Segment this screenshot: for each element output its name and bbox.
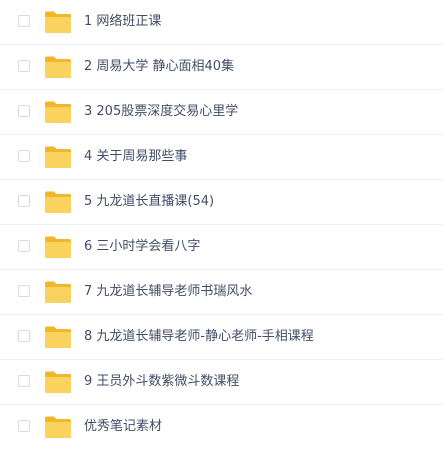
folder-name[interactable]: 3 205股票深度交易心里学 [84, 102, 238, 122]
row-checkbox[interactable] [18, 420, 30, 432]
folder-icon [45, 371, 71, 393]
folder-icon [45, 101, 71, 123]
folder-icon [45, 146, 71, 168]
file-row[interactable]: 优秀笔记素材 [0, 405, 443, 449]
file-row[interactable]: 3 205股票深度交易心里学 [0, 90, 443, 135]
row-checkbox[interactable] [18, 105, 30, 117]
row-checkbox[interactable] [18, 15, 30, 27]
file-list: 1 网络班正课 2 周易大学 静心面相40集 3 205股票深度交易心里学 4 … [0, 0, 443, 449]
row-checkbox[interactable] [18, 195, 30, 207]
folder-icon [45, 326, 71, 348]
file-row[interactable]: 6 三小时学会看八字 [0, 225, 443, 270]
row-checkbox[interactable] [18, 285, 30, 297]
folder-icon [45, 56, 71, 78]
folder-name[interactable]: 2 周易大学 静心面相40集 [84, 57, 234, 77]
file-row[interactable]: 5 九龙道长直播课(54) [0, 180, 443, 225]
file-row[interactable]: 2 周易大学 静心面相40集 [0, 45, 443, 90]
folder-name[interactable]: 优秀笔记素材 [84, 417, 162, 437]
folder-name[interactable]: 4 关于周易那些事 [84, 147, 187, 167]
folder-name[interactable]: 5 九龙道长直播课(54) [84, 192, 214, 212]
file-row[interactable]: 7 九龙道长辅导老师书瑞风水 [0, 270, 443, 315]
row-checkbox[interactable] [18, 60, 30, 72]
folder-icon [45, 191, 71, 213]
folder-icon [45, 281, 71, 303]
file-row[interactable]: 1 网络班正课 [0, 0, 443, 45]
row-checkbox[interactable] [18, 330, 30, 342]
folder-icon [45, 11, 71, 33]
file-row[interactable]: 9 王员外斗数紫微斗数课程 [0, 360, 443, 405]
file-row[interactable]: 8 九龙道长辅导老师-静心老师-手相课程 [0, 315, 443, 360]
row-checkbox[interactable] [18, 150, 30, 162]
folder-name[interactable]: 6 三小时学会看八字 [84, 237, 200, 257]
folder-name[interactable]: 7 九龙道长辅导老师书瑞风水 [84, 282, 252, 302]
row-checkbox[interactable] [18, 240, 30, 252]
file-row[interactable]: 4 关于周易那些事 [0, 135, 443, 180]
folder-name[interactable]: 9 王员外斗数紫微斗数课程 [84, 372, 239, 392]
folder-name[interactable]: 1 网络班正课 [84, 12, 161, 32]
folder-icon [45, 416, 71, 438]
row-checkbox[interactable] [18, 375, 30, 387]
folder-icon [45, 236, 71, 258]
folder-name[interactable]: 8 九龙道长辅导老师-静心老师-手相课程 [84, 327, 314, 347]
